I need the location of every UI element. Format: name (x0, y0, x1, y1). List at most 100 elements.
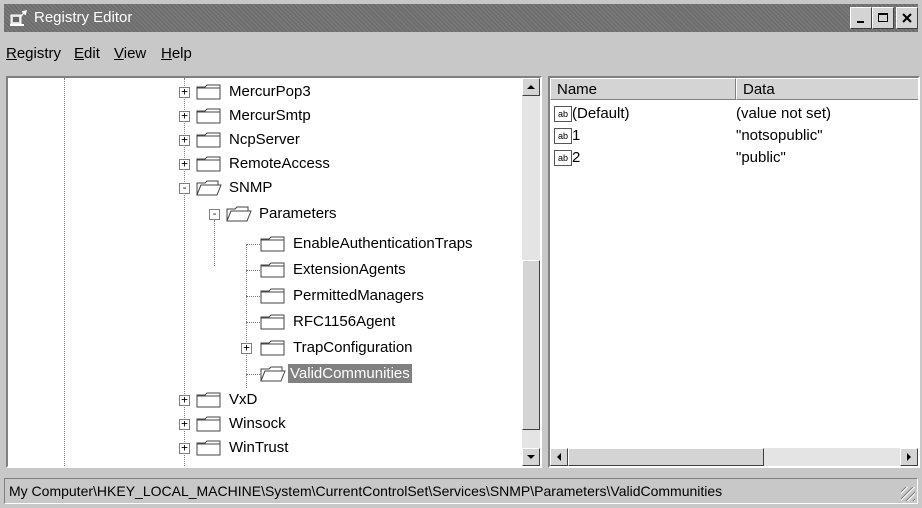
value-row-1[interactable]: ab 1 "notsopublic" (550, 126, 918, 148)
tree-connector (246, 270, 260, 271)
expand-toggle[interactable]: + (241, 342, 252, 354)
menu-bar: Registry Edit View Help (4, 34, 918, 70)
value-row-2[interactable]: ab 2 "public" (550, 148, 918, 170)
tree-node-wintrust[interactable]: + WinTrust (8, 436, 518, 460)
title-bar[interactable]: Registry Editor (4, 4, 918, 32)
arrow-left-icon (557, 453, 561, 461)
value-name: 2 (572, 149, 581, 166)
string-value-icon: ab (554, 106, 572, 122)
tree-node-label: PermittedManagers (293, 287, 424, 304)
menu-edit-accel: E (74, 45, 85, 62)
open-folder-icon (226, 206, 252, 222)
folder-icon (260, 236, 285, 252)
close-button[interactable] (896, 7, 918, 29)
tree-node-enableauthenticationtraps[interactable]: EnableAuthenticationTraps (8, 232, 518, 256)
window-title: Registry Editor (34, 9, 133, 26)
values-horizontal-scrollbar[interactable] (550, 448, 918, 466)
tree-node-extensionagents[interactable]: ExtensionAgents (8, 258, 518, 282)
scroll-thumb[interactable] (522, 260, 540, 430)
folder-icon (196, 416, 221, 432)
scroll-down-button[interactable] (522, 448, 540, 466)
maximize-button[interactable] (872, 7, 894, 29)
tree-node-label: Winsock (229, 415, 286, 432)
scroll-up-button[interactable] (522, 78, 540, 96)
menu-registry-label: egistry (16, 45, 62, 62)
value-row-default[interactable]: ab (Default) (value not set) (550, 104, 918, 126)
minimize-button[interactable] (850, 7, 872, 29)
registry-editor-icon (10, 9, 28, 26)
collapse-toggle[interactable]: - (179, 182, 190, 194)
folder-icon (260, 262, 285, 278)
value-name: (Default) (572, 105, 630, 122)
expand-toggle[interactable]: + (179, 134, 190, 146)
tree-vertical-scrollbar[interactable] (522, 78, 540, 466)
tree-node-parameters[interactable]: - Parameters (8, 202, 518, 226)
tree-node-vxd[interactable]: + VxD (8, 388, 518, 412)
tree-node-label: MercurSmtp (229, 107, 311, 124)
menu-view-label: iew (123, 45, 147, 62)
tree-connector (246, 296, 260, 297)
folder-icon (260, 314, 285, 330)
tree-node-mercurpop3[interactable]: + MercurPop3 (8, 80, 518, 104)
folder-icon (196, 108, 221, 124)
menu-registry[interactable]: Registry (6, 45, 61, 62)
registry-editor-window: Registry Editor Registry Edit View Help (0, 0, 922, 508)
scroll-right-button[interactable] (900, 448, 918, 466)
minimize-icon (857, 21, 864, 23)
expand-toggle[interactable]: + (179, 442, 190, 454)
tree-node-label: RFC1156Agent (293, 313, 396, 330)
tree-connector (246, 244, 260, 245)
key-tree-pane[interactable]: + MercurPop3 + MercurSmtp + NcpServer + … (6, 76, 542, 468)
key-tree: + MercurPop3 + MercurSmtp + NcpServer + … (8, 78, 520, 466)
open-folder-icon (260, 366, 286, 382)
maximize-icon (878, 13, 888, 22)
value-name: 1 (572, 127, 581, 144)
tree-node-trapconfiguration[interactable]: + TrapConfiguration (8, 336, 518, 360)
expand-toggle[interactable]: + (179, 110, 190, 122)
menu-edit-label: dit (84, 45, 100, 62)
values-pane[interactable]: Name Data ab (Default) (value not set) a… (548, 76, 920, 468)
resize-grip-icon[interactable] (901, 487, 915, 501)
folder-icon (196, 440, 221, 456)
value-data: "public" (736, 149, 786, 166)
tree-node-ncpserver[interactable]: + NcpServer (8, 128, 518, 152)
folder-icon (196, 132, 221, 148)
tree-node-rfc1156agent[interactable]: RFC1156Agent (8, 310, 518, 334)
value-data: (value not set) (736, 105, 832, 122)
column-header-data[interactable]: Data (736, 78, 918, 100)
collapse-toggle[interactable]: - (209, 208, 220, 220)
open-folder-icon (196, 180, 222, 196)
tree-node-remoteaccess[interactable]: + RemoteAccess (8, 152, 518, 176)
folder-icon (260, 288, 285, 304)
folder-icon (196, 392, 221, 408)
folder-icon (196, 156, 221, 172)
scroll-thumb[interactable] (568, 448, 764, 466)
tree-node-permittedmanagers[interactable]: PermittedManagers (8, 284, 518, 308)
expand-toggle[interactable]: + (179, 86, 190, 98)
tree-node-label: TrapConfiguration (293, 339, 413, 356)
arrow-down-icon (527, 455, 535, 459)
tree-node-label: VxD (229, 391, 258, 408)
tree-node-winsock[interactable]: + Winsock (8, 412, 518, 436)
tree-node-mercursmtp[interactable]: + MercurSmtp (8, 104, 518, 128)
menu-help[interactable]: Help (161, 45, 192, 62)
folder-icon (260, 340, 285, 356)
expand-toggle[interactable]: + (179, 394, 190, 406)
scroll-left-button[interactable] (550, 448, 568, 466)
menu-edit[interactable]: Edit (74, 45, 100, 62)
string-value-icon: ab (554, 128, 572, 144)
tree-node-validcommunities[interactable]: ValidCommunities (8, 362, 518, 386)
tree-node-label: MercurPop3 (229, 83, 311, 100)
menu-view[interactable]: View (114, 45, 146, 62)
expand-toggle[interactable]: + (179, 158, 190, 170)
tree-node-label-selected: ValidCommunities (288, 364, 412, 383)
tree-connector (246, 374, 260, 375)
tree-node-snmp[interactable]: - SNMP (8, 176, 518, 200)
value-data: "notsopublic" (736, 127, 823, 144)
string-value-icon: ab (554, 150, 572, 166)
tree-node-label: ExtensionAgents (293, 261, 406, 278)
menu-help-label: elp (171, 45, 192, 62)
menu-registry-accel: R (6, 45, 17, 62)
expand-toggle[interactable]: + (179, 418, 190, 430)
column-header-name[interactable]: Name (550, 78, 736, 100)
